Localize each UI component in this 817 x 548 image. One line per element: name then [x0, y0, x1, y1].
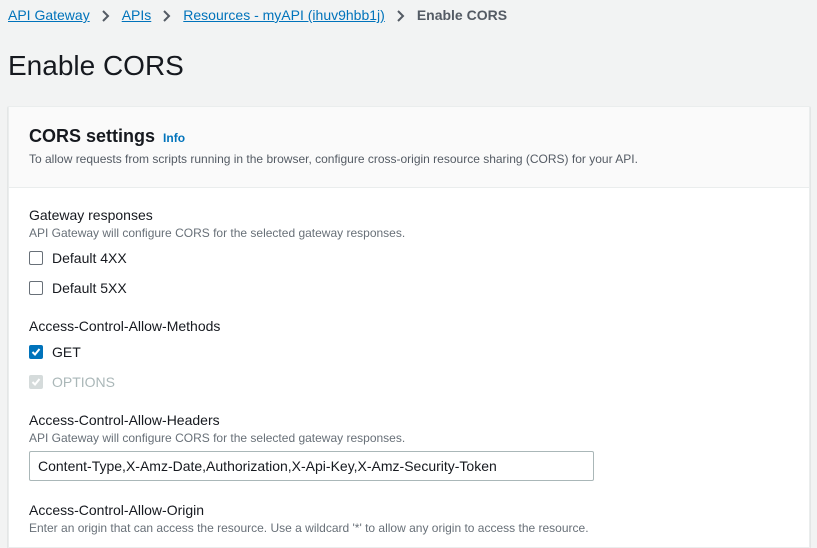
breadcrumb: API Gateway APIs Resources - myAPI (ihuv…: [8, 6, 507, 24]
checkbox-default-5xx[interactable]: Default 5XX: [29, 280, 127, 296]
breadcrumb-resources[interactable]: Resources - myAPI (ihuv9hbb1j): [183, 7, 385, 23]
allow-origin-hint: Enter an origin that can access the reso…: [29, 521, 589, 535]
checkbox-options: OPTIONS: [29, 374, 115, 390]
panel-header: CORS settings Info To allow requests fro…: [9, 107, 809, 188]
checkmark-icon: [31, 348, 41, 356]
checkmark-icon: [31, 378, 41, 386]
gateway-responses-label: Gateway responses: [29, 207, 153, 223]
checkbox-checked[interactable]: [29, 345, 43, 359]
allow-origin-label: Access-Control-Allow-Origin: [29, 502, 205, 518]
gateway-responses-hint: API Gateway will configure CORS for the …: [29, 226, 406, 240]
allow-headers-hint: API Gateway will configure CORS for the …: [29, 431, 406, 445]
chevron-right-icon: [90, 7, 122, 23]
allow-headers-section: Access-Control-Allow-Headers API Gateway…: [29, 412, 405, 445]
checkbox-default-4xx[interactable]: Default 4XX: [29, 250, 127, 266]
chevron-right-icon: [385, 7, 417, 23]
info-link[interactable]: Info: [163, 131, 185, 145]
checkbox-checked-disabled: [29, 375, 43, 389]
allow-headers-input[interactable]: [29, 451, 594, 481]
checkbox-box[interactable]: [29, 251, 43, 265]
checkbox-label: Default 5XX: [52, 280, 127, 296]
breadcrumb-apis[interactable]: APIs: [122, 7, 152, 23]
gateway-responses-section: Gateway responses API Gateway will confi…: [29, 207, 405, 240]
allow-methods-label: Access-Control-Allow-Methods: [29, 318, 221, 334]
checkbox-label: GET: [52, 344, 81, 360]
panel-title-row: CORS settings Info: [29, 126, 185, 147]
allow-methods-section: Access-Control-Allow-Methods: [29, 318, 220, 334]
panel-title: CORS settings: [29, 126, 156, 146]
checkbox-label: OPTIONS: [52, 374, 116, 390]
breadcrumb-api-gateway[interactable]: API Gateway: [8, 7, 90, 23]
allow-headers-label: Access-Control-Allow-Headers: [29, 412, 220, 428]
cors-settings-panel: CORS settings Info To allow requests fro…: [8, 106, 810, 548]
breadcrumb-current: Enable CORS: [416, 7, 508, 23]
checkbox-get[interactable]: GET: [29, 344, 81, 360]
checkbox-box[interactable]: [29, 281, 43, 295]
panel-description: To allow requests from scripts running i…: [29, 152, 638, 166]
page-title: Enable CORS: [8, 50, 184, 81]
chevron-right-icon: [151, 7, 183, 23]
checkbox-label: Default 4XX: [52, 250, 127, 266]
allow-origin-section: Access-Control-Allow-Origin Enter an ori…: [29, 502, 589, 535]
